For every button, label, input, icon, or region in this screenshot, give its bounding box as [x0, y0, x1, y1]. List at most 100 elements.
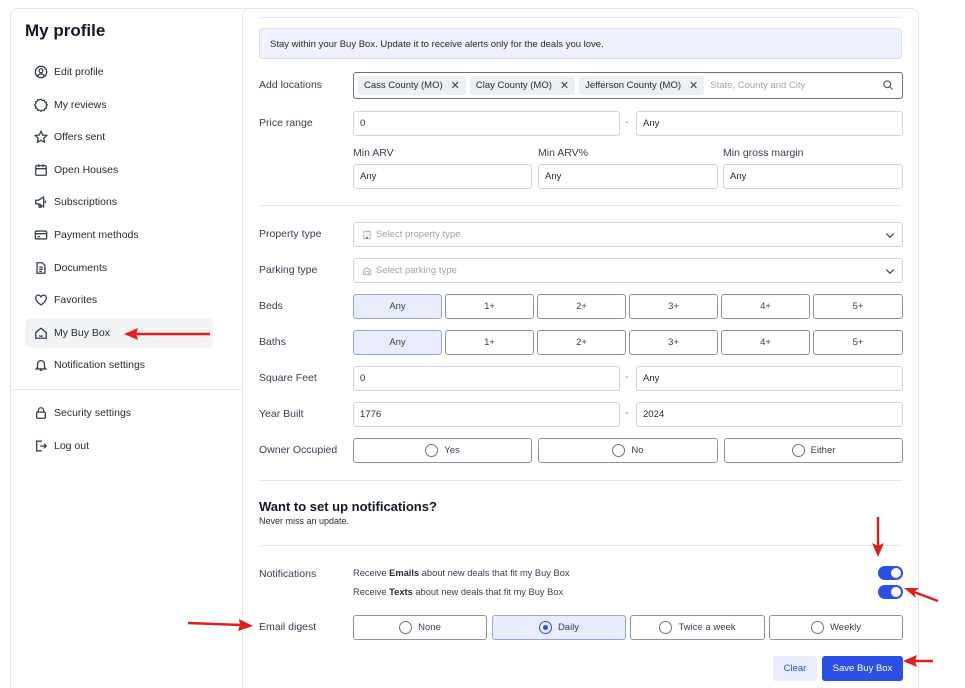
email-digest-label: Email digest — [259, 621, 317, 633]
email-digest-weekly[interactable]: Weekly — [769, 615, 903, 640]
text-part: Receive — [353, 587, 390, 597]
beds-option-2[interactable]: 2+ — [537, 294, 626, 319]
credit-card-icon — [34, 228, 48, 242]
sidebar-item-subscriptions[interactable]: Subscriptions — [25, 187, 213, 217]
min-arv-input[interactable]: Any — [353, 164, 532, 189]
garage-icon — [362, 266, 372, 275]
badge-star-icon — [34, 98, 48, 112]
sidebar-nav-secondary: Security settings Log out — [25, 398, 213, 463]
text-bold: Texts — [389, 587, 413, 597]
min-gross-margin-label: Min gross margin — [723, 147, 804, 159]
range-separator: - — [625, 117, 629, 128]
sidebar-item-label: Subscriptions — [54, 196, 118, 209]
option-label: Weekly — [830, 622, 861, 633]
sidebar-item-my-reviews[interactable]: My reviews — [25, 90, 213, 120]
beds-option-5[interactable]: 5+ — [813, 294, 903, 319]
chip-label: Clay County (MO) — [475, 80, 552, 91]
close-icon[interactable]: ✕ — [689, 79, 698, 92]
locations-input[interactable]: Cass County (MO) ✕ Clay County (MO) ✕ Jeff… — [353, 72, 903, 99]
option-label: Daily — [557, 622, 580, 633]
annotation-arrow-icon — [187, 619, 253, 631]
sidebar-item-edit-profile[interactable]: Edit profile — [25, 57, 213, 87]
square-feet-min-input[interactable]: 0 — [353, 366, 620, 391]
min-arv-pct-input[interactable]: Any — [538, 164, 718, 189]
sidebar-item-label: Favorites — [54, 294, 98, 307]
baths-option-3[interactable]: 3+ — [629, 330, 718, 355]
close-icon[interactable]: ✕ — [560, 79, 569, 92]
min-arv-pct-label: Min ARV% — [538, 147, 588, 159]
save-buy-box-button[interactable]: Save Buy Box — [822, 656, 903, 681]
email-digest-daily[interactable]: Daily — [492, 615, 626, 640]
chip-label: Jefferson County (MO) — [585, 80, 682, 91]
user-circle-icon — [34, 65, 48, 79]
sidebar-item-notification-settings[interactable]: Notification settings — [25, 350, 213, 380]
sidebar-item-favorites[interactable]: Favorites — [25, 285, 213, 315]
sidebar-item-label: Security settings — [54, 407, 132, 419]
beds-option-4[interactable]: 4+ — [721, 294, 810, 319]
locations-label: Add locations — [259, 79, 323, 91]
price-max-input[interactable]: Any — [636, 111, 903, 136]
notifications-section-subtitle: Never miss an update. — [259, 516, 350, 526]
email-notification-toggle[interactable] — [878, 566, 903, 580]
locations-placeholder: State, County and City — [710, 80, 806, 91]
sidebar-item-offers-sent[interactable]: Offers sent — [25, 122, 213, 152]
owner-occupied-no[interactable]: No — [538, 438, 718, 463]
baths-option-any[interactable]: Any — [353, 330, 442, 355]
sidebar-item-documents[interactable]: Documents — [25, 253, 213, 283]
baths-option-4[interactable]: 4+ — [721, 330, 810, 355]
calendar-icon — [34, 163, 48, 177]
sidebar-item-label: Open Houses — [54, 163, 119, 176]
bell-icon — [34, 358, 48, 372]
beds-option-1[interactable]: 1+ — [445, 294, 534, 319]
home-icon — [34, 326, 48, 340]
owner-occupied-either[interactable]: Either — [724, 438, 903, 463]
property-type-select[interactable]: Select property type — [353, 222, 903, 247]
sidebar-item-security-settings[interactable]: Security settings — [25, 398, 213, 428]
close-icon[interactable]: ✕ — [451, 79, 460, 92]
option-label: Either — [810, 445, 836, 456]
building-icon — [363, 230, 371, 239]
price-range-label: Price range — [259, 117, 313, 129]
sidebar-item-label: Documents — [54, 261, 108, 274]
email-digest-none[interactable]: None — [353, 615, 487, 640]
chevron-down-icon — [885, 233, 895, 239]
search-icon[interactable] — [882, 79, 894, 91]
beds-option-3[interactable]: 3+ — [629, 294, 718, 319]
clear-button[interactable]: Clear — [773, 656, 817, 681]
sidebar-item-log-out[interactable]: Log out — [25, 431, 213, 461]
sidebar-title: My profile — [25, 21, 106, 40]
text-part: about new deals that fit my Buy Box — [412, 587, 564, 597]
divider — [259, 480, 902, 481]
text-part: Receive — [353, 568, 390, 578]
radio-icon — [659, 621, 673, 634]
sidebar-item-open-houses[interactable]: Open Houses — [25, 155, 213, 185]
min-arv-label: Min ARV — [353, 147, 394, 159]
min-gross-margin-input[interactable]: Any — [723, 164, 903, 189]
property-type-label: Property type — [259, 228, 322, 240]
megaphone-icon — [34, 195, 48, 209]
year-built-max-input[interactable]: 2024 — [636, 402, 903, 427]
email-digest-twice-a-week[interactable]: Twice a week — [630, 615, 765, 640]
radio-selected-icon — [538, 621, 552, 634]
annotation-arrow-icon — [904, 588, 939, 603]
email-notification-text: Receive Emails about new deals that fit … — [353, 568, 570, 578]
sidebar-item-label: My Buy Box — [54, 326, 111, 339]
option-label: Yes — [444, 445, 460, 456]
beds-option-any[interactable]: Any — [353, 294, 442, 319]
annotation-arrow-icon — [872, 517, 884, 557]
price-min-input[interactable]: 0 — [353, 111, 620, 136]
text-notification-text: Receive Texts about new deals that fit m… — [353, 587, 563, 597]
radio-icon — [612, 444, 626, 457]
baths-option-1[interactable]: 1+ — [445, 330, 534, 355]
baths-option-2[interactable]: 2+ — [537, 330, 626, 355]
sidebar-item-label: Edit profile — [54, 66, 104, 78]
sidebar-item-payment-methods[interactable]: Payment methods — [25, 220, 213, 250]
range-separator: - — [625, 372, 629, 383]
parking-type-select[interactable]: Select parking type — [353, 258, 903, 283]
year-built-min-input[interactable]: 1776 — [353, 402, 620, 427]
baths-option-5[interactable]: 5+ — [813, 330, 903, 355]
owner-occupied-yes[interactable]: Yes — [353, 438, 532, 463]
square-feet-max-input[interactable]: Any — [636, 366, 903, 391]
year-built-label: Year Built — [259, 408, 304, 420]
notifications-section-title: Want to set up notifications? — [259, 499, 437, 514]
